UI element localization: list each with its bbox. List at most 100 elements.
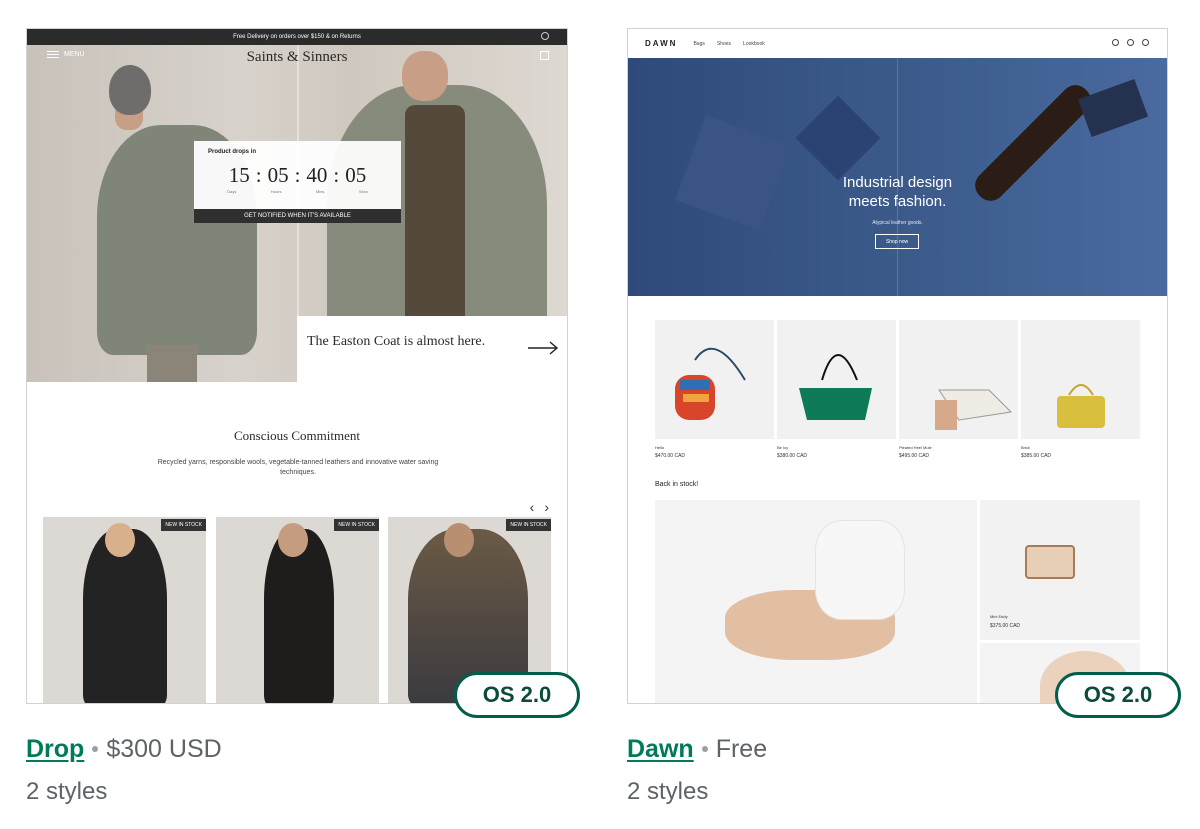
- countdown-label: Product drops in: [208, 149, 256, 155]
- shop-now-button: Shop now: [875, 234, 919, 249]
- countdown-mins: 40: [306, 163, 328, 187]
- product-model-head: [444, 523, 474, 557]
- countdown-units: Days Hours Mins Secs: [194, 189, 401, 194]
- product-price: $470.00 CAD: [655, 453, 686, 459]
- product-card: Brick $385.00 CAD: [1021, 320, 1140, 459]
- carousel-controls: ‹ ›: [530, 499, 549, 515]
- section-body: Recycled yarns, responsible wools, veget…: [157, 459, 439, 476]
- new-in-stock-tag: NEW IN STOCK: [506, 519, 551, 531]
- product-price: $380.00 CAD: [777, 453, 808, 459]
- lifestyle-image: [655, 500, 977, 703]
- model-shirt-right: [405, 105, 465, 325]
- os-version-badge: OS 2.0: [454, 672, 580, 718]
- arrow-right-icon: [528, 341, 559, 355]
- model-legs-left: [147, 345, 197, 382]
- notify-button: GET NOTIFIED WHEN IT'S AVAILABLE: [194, 209, 401, 223]
- hero-shoe-shape: [1077, 78, 1149, 138]
- countdown-secs: 05: [345, 163, 367, 187]
- theme-card-dawn: DAWN Bags Shoes Lookbook Industrial desi…: [627, 28, 1182, 805]
- separator-dot: [92, 746, 99, 752]
- announcement-text: Free Delivery on orders over $150 & on R…: [233, 34, 361, 40]
- chevron-right-icon: ›: [544, 499, 549, 515]
- theme-styles-count: 2 styles: [26, 778, 108, 805]
- theme-name-link[interactable]: Drop: [26, 735, 84, 764]
- unit-secs: Secs: [358, 189, 368, 194]
- store-nav: DAWN Bags Shoes Lookbook: [628, 29, 1167, 58]
- countdown-hours: 05: [267, 163, 289, 187]
- product-price: $495.00 CAD: [899, 453, 930, 459]
- theme-price: Free: [715, 735, 768, 763]
- announcement-bar: Free Delivery on orders over $150 & on R…: [27, 29, 567, 45]
- separator-dot: [701, 746, 708, 752]
- product-name: Pleated Heel Mule: [899, 445, 932, 450]
- nav-item: Shoes: [716, 40, 732, 47]
- product-image: [777, 320, 896, 439]
- theme-preview-drop[interactable]: Free Delivery on orders over $150 & on R…: [26, 28, 568, 704]
- product-grid: Hello $470.00 CAD Be Icy $380.00 CAD Ple…: [655, 320, 1140, 459]
- hero-title-line: meets fashion.: [848, 193, 947, 210]
- shoe-illustration: [935, 389, 1013, 430]
- product-model-head: [105, 523, 135, 557]
- product-card: Hello $470.00 CAD: [655, 320, 774, 459]
- hero-image: Industrial design meets fashion. Atypica…: [628, 58, 1167, 296]
- theme-meta: Dawn Free: [627, 735, 767, 764]
- unit-hours: Hours: [270, 189, 282, 194]
- store-brand: Saints & Sinners: [246, 49, 348, 65]
- bag-illustration: [675, 347, 746, 420]
- cart-icon: [1142, 39, 1149, 46]
- product-model-head: [278, 523, 308, 557]
- store-logo: DAWN: [645, 39, 678, 48]
- theme-name-link[interactable]: Dawn: [627, 735, 694, 764]
- product-card: NEW IN STOCK: [43, 517, 206, 703]
- new-in-stock-tag: NEW IN STOCK: [334, 519, 379, 531]
- search-icon: [541, 32, 549, 40]
- product-name: Be Icy: [777, 445, 789, 450]
- model-beanie-left: [109, 65, 151, 115]
- promo-block: The Easton Coat is almost here.: [297, 316, 567, 382]
- product-price: $375.00 CAD: [990, 623, 1021, 629]
- countdown-days: 15: [228, 163, 250, 187]
- nav-item: Bags: [693, 40, 705, 47]
- product-card: Mini Eddy $375.00 CAD: [980, 500, 1140, 640]
- product-name: Mini Eddy: [990, 614, 1008, 619]
- hero-title: Industrial design meets fashion.: [628, 173, 1167, 211]
- countdown-sep: :: [333, 163, 340, 187]
- new-in-stock-tag: NEW IN STOCK: [161, 519, 206, 531]
- countdown-sep: :: [255, 163, 262, 187]
- nav-icons: [1112, 39, 1149, 46]
- product-image: [655, 320, 774, 439]
- bag-illustration: [799, 354, 872, 420]
- product-price: $385.00 CAD: [1021, 453, 1052, 459]
- theme-card-drop: Free Delivery on orders over $150 & on R…: [26, 28, 581, 805]
- account-icon: [1127, 39, 1134, 46]
- theme-price: $300 USD: [106, 735, 222, 763]
- model-dress: [815, 520, 905, 620]
- back-in-stock-heading: Back in stock!: [655, 481, 699, 488]
- theme-preview-dawn[interactable]: DAWN Bags Shoes Lookbook Industrial desi…: [627, 28, 1168, 704]
- bag-illustration: [1025, 545, 1075, 579]
- product-image: [899, 320, 1018, 439]
- hero-bag-shape: [795, 95, 881, 181]
- os-version-badge: OS 2.0: [1055, 672, 1181, 718]
- cart-icon: [540, 51, 549, 60]
- product-card: Be Icy $380.00 CAD: [777, 320, 896, 459]
- countdown-numbers: 15: 05: 40: 05: [194, 163, 401, 188]
- promo-text: The Easton Coat is almost here.: [307, 334, 486, 349]
- theme-meta: Drop $300 USD: [26, 735, 222, 764]
- search-icon: [1112, 39, 1119, 46]
- countdown-box: Product drops in 15: 05: 40: 05 Days Hou…: [194, 141, 401, 223]
- product-card: NEW IN STOCK: [216, 517, 379, 703]
- countdown-sep: :: [294, 163, 301, 187]
- unit-days: Days: [227, 189, 237, 194]
- hero-title-line: Industrial design: [842, 174, 953, 191]
- product-name: Brick: [1021, 445, 1030, 450]
- nav-item: Lookbook: [743, 40, 765, 47]
- product-card: Pleated Heel Mule $495.00 CAD: [899, 320, 1018, 459]
- bag-illustration: [1057, 384, 1105, 428]
- section-title: Conscious Commitment: [233, 428, 361, 443]
- unit-mins: Mins: [315, 189, 325, 194]
- product-name: Hello: [655, 445, 665, 450]
- chevron-left-icon: ‹: [529, 499, 535, 515]
- hero-subtitle: Atypical leather goods.: [872, 220, 923, 226]
- theme-styles-count: 2 styles: [627, 778, 709, 805]
